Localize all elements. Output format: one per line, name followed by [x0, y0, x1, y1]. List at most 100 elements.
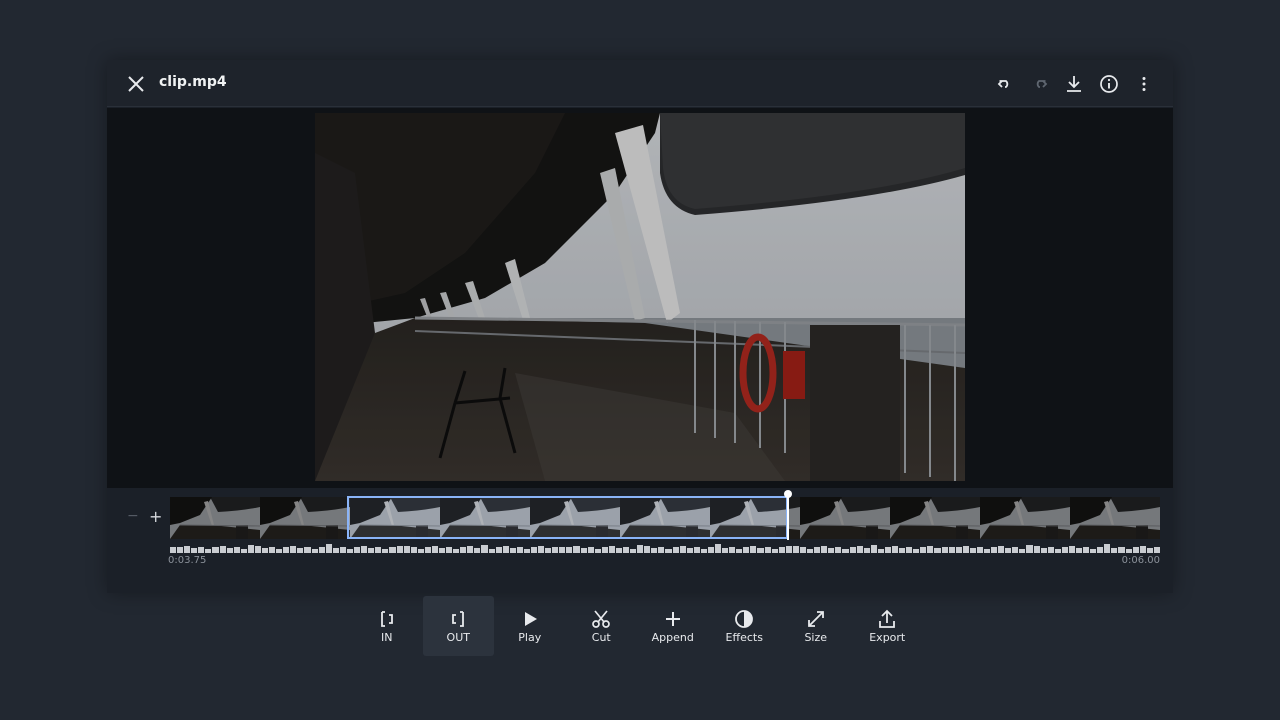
export-button[interactable]: Export	[852, 596, 924, 656]
waveform-bar	[757, 548, 764, 553]
close-icon[interactable]	[125, 73, 147, 95]
undo-icon[interactable]	[993, 72, 1017, 96]
waveform-bar	[906, 546, 913, 553]
resize-icon	[807, 611, 824, 627]
zoom-out-button[interactable]: −	[127, 508, 139, 524]
waveform-bar	[325, 544, 332, 553]
waveform-bar	[403, 546, 410, 553]
waveform-bar	[559, 547, 566, 553]
contrast-icon	[735, 610, 754, 628]
waveform-bar	[1090, 549, 1097, 553]
waveform-bar	[1139, 545, 1146, 553]
waveform-bar	[368, 548, 375, 553]
size-button[interactable]: Size	[780, 596, 852, 656]
waveform-bar	[679, 545, 686, 553]
append-button[interactable]: Append	[637, 596, 709, 656]
waveform-bar	[955, 547, 962, 553]
waveform-bar	[665, 549, 672, 553]
waveform-bar	[941, 546, 948, 553]
top-app-bar: clip.mp4	[107, 60, 1173, 107]
waveform-bar	[481, 544, 488, 553]
waveform-bar	[1125, 549, 1132, 553]
waveform-bar	[184, 545, 191, 553]
waveform-bar	[686, 548, 693, 553]
waveform-bar	[424, 547, 431, 553]
waveform-bar	[863, 548, 870, 553]
play-button[interactable]: Play	[494, 596, 566, 656]
waveform-bar	[884, 547, 891, 553]
waveform-bar	[431, 545, 438, 553]
waveform-bar	[361, 545, 368, 553]
waveform-bar	[1026, 545, 1033, 553]
waveform-bar	[530, 547, 538, 553]
waveform-bar	[948, 547, 955, 553]
waveform-bar	[983, 549, 991, 553]
unselected-region-left	[170, 497, 347, 539]
unselected-region-right	[789, 497, 1160, 539]
waveform-bar	[1005, 548, 1012, 553]
waveform-bar	[594, 549, 601, 553]
waveform-bar	[247, 545, 254, 553]
timeline: − + 0:03.75 0:06.00	[107, 488, 1173, 593]
waveform-bar	[722, 548, 729, 553]
waveform-bar	[1146, 548, 1153, 553]
waveform-bar	[538, 545, 545, 553]
waveform-bar	[198, 546, 205, 553]
mark-in-icon	[380, 611, 393, 627]
waveform-bar	[389, 547, 396, 553]
append-label: Append	[651, 631, 694, 644]
more-vert-icon[interactable]	[1132, 72, 1156, 96]
plus-icon	[665, 612, 680, 626]
waveform-bar	[219, 545, 226, 553]
waveform-bar	[545, 548, 552, 553]
waveform-bar	[1111, 548, 1118, 553]
waveform-bar	[771, 549, 778, 553]
zoom-in-button[interactable]: +	[149, 507, 162, 526]
waveform-bar	[849, 547, 856, 553]
waveform-bar	[799, 546, 807, 553]
waveform-bar	[410, 546, 417, 553]
waveform-bar	[226, 548, 233, 553]
cut-label: Cut	[591, 631, 611, 644]
cut-button[interactable]: Cut	[566, 596, 638, 656]
waveform-bar	[623, 546, 630, 553]
waveform-bar	[913, 549, 920, 553]
waveform-bar	[332, 548, 339, 553]
waveform-bar	[1083, 546, 1090, 553]
playhead[interactable]	[787, 492, 789, 540]
waveform-bar	[715, 544, 722, 553]
waveform-bar	[283, 547, 290, 553]
waveform-bar	[1104, 544, 1111, 553]
waveform-bar	[856, 545, 863, 553]
waveform-bar	[1132, 547, 1139, 553]
filmstrip-thumbnail	[440, 497, 531, 539]
waveform-bar	[750, 545, 757, 553]
waveform-bar	[870, 544, 877, 553]
waveform-bar	[170, 547, 177, 553]
waveform-bar	[382, 549, 389, 553]
waveform-bar	[580, 548, 587, 553]
effects-button[interactable]: Effects	[709, 596, 781, 656]
mark-out-label: OUT	[446, 631, 470, 644]
waveform-bar	[474, 548, 481, 553]
waveform-bar	[1153, 546, 1160, 553]
mark-out-icon	[452, 611, 465, 627]
waveform-bar	[630, 549, 637, 553]
redo-icon[interactable]	[1028, 72, 1052, 96]
waveform-bar	[672, 547, 679, 553]
waveform-bar	[814, 547, 821, 553]
playhead-handle[interactable]	[784, 490, 792, 498]
info-icon[interactable]	[1097, 72, 1121, 96]
waveform-bar	[354, 547, 361, 553]
waveform-bar	[899, 548, 906, 553]
waveform-bar	[177, 547, 184, 553]
waveform-bar	[1118, 546, 1125, 553]
waveform-bar	[934, 548, 941, 553]
mark-in-button[interactable]: IN	[351, 596, 423, 656]
waveform-bar	[346, 549, 354, 553]
video-preview[interactable]	[315, 113, 965, 481]
download-icon[interactable]	[1062, 72, 1086, 96]
waveform-bar	[976, 546, 983, 553]
mark-out-button[interactable]: OUT	[422, 596, 494, 656]
waveform-bar	[1012, 546, 1019, 553]
